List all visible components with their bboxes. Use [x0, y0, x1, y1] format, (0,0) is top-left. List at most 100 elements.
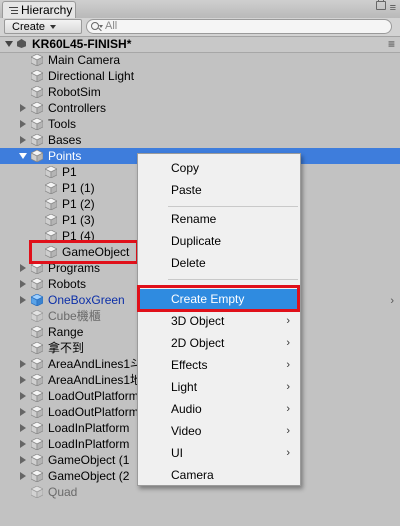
submenu-arrow-icon: ›	[286, 381, 290, 393]
tree-item[interactable]: Controllers	[0, 100, 400, 116]
submenu-arrow-icon: ›	[286, 403, 290, 415]
expand-arrow-icon[interactable]	[20, 440, 26, 448]
gameobject-cube-icon	[31, 454, 43, 466]
menu-item-label: Effects	[171, 358, 208, 372]
submenu-arrow-icon: ›	[286, 337, 290, 349]
menu-item-paste[interactable]: Paste	[138, 180, 300, 200]
menu-item-2d-object[interactable]: 2D Object ›	[138, 333, 300, 353]
unity-scene-icon	[17, 39, 26, 48]
tree-item-label: LoadInPlatform	[48, 421, 130, 435]
search-filter-dropdown-icon[interactable]	[99, 25, 103, 28]
annotation-highlight-gameobject	[29, 240, 139, 264]
hierarchy-tab-bar: Hierarchy ≡	[0, 0, 400, 19]
gameobject-cube-icon	[31, 358, 43, 370]
list-icon	[9, 7, 18, 14]
tree-item-label: Range	[48, 325, 84, 339]
tab-label: Hierarchy	[21, 3, 73, 17]
collapse-arrow-icon[interactable]	[19, 153, 27, 159]
scene-menu-icon[interactable]: ≡	[388, 37, 395, 51]
tree-item-label: LoadOutPlatform	[48, 389, 139, 403]
menu-item-effects[interactable]: Effects ›	[138, 355, 300, 375]
gameobject-cube-icon	[31, 390, 43, 402]
expand-arrow-icon[interactable]	[20, 424, 26, 432]
gameobject-cube-icon	[31, 406, 43, 418]
menu-item-light[interactable]: Light ›	[138, 377, 300, 397]
menu-item-label: Light	[171, 380, 198, 394]
scene-name: KR60L45-FINISH*	[32, 37, 132, 51]
tree-item-label: Tools	[48, 117, 77, 131]
menu-item-label: Audio	[171, 402, 202, 416]
tree-item[interactable]: RobotSim	[0, 84, 400, 100]
tree-item-label: Bases	[48, 133, 82, 147]
menu-separator	[168, 206, 298, 207]
menu-item-rename[interactable]: Rename	[138, 209, 300, 229]
tree-item-inactive[interactable]: Quad	[0, 484, 400, 500]
expand-arrow-icon[interactable]	[20, 264, 26, 272]
lock-icon[interactable]	[375, 0, 386, 10]
menu-item-audio[interactable]: Audio ›	[138, 399, 300, 419]
menu-item-label: Delete	[171, 256, 206, 270]
gameobject-cube-icon	[31, 326, 43, 338]
menu-item-ui[interactable]: UI ›	[138, 443, 300, 463]
gameobject-cube-icon	[45, 182, 57, 194]
tree-item[interactable]: Tools	[0, 116, 400, 132]
expand-arrow-icon[interactable]	[20, 456, 26, 464]
scene-fold-icon[interactable]	[5, 41, 13, 47]
menu-item-duplicate[interactable]: Duplicate	[138, 231, 300, 251]
context-menu: Copy Paste Rename Duplicate Delete Creat…	[137, 153, 301, 486]
tree-item[interactable]: Bases	[0, 132, 400, 148]
menu-item-delete[interactable]: Delete	[138, 253, 300, 273]
submenu-arrow-icon: ›	[286, 315, 290, 327]
tab-hierarchy[interactable]: Hierarchy	[2, 1, 76, 18]
gameobject-cube-icon	[31, 102, 43, 114]
submenu-arrow-icon: ›	[286, 447, 290, 459]
gameobject-cube-icon	[31, 374, 43, 386]
annotation-highlight-create-empty	[137, 285, 300, 312]
search-icon	[91, 22, 99, 30]
menu-item-camera[interactable]: Camera	[138, 465, 300, 485]
menu-item-video[interactable]: Video ›	[138, 421, 300, 441]
gameobject-cube-icon	[45, 214, 57, 226]
expand-arrow-icon[interactable]	[20, 104, 26, 112]
expand-arrow-icon[interactable]	[20, 280, 26, 288]
tree-item-label: Main Camera	[48, 53, 121, 67]
menu-item-label: Rename	[171, 212, 217, 226]
gameobject-cube-icon	[31, 470, 43, 482]
tree-item-label: Controllers	[48, 101, 107, 115]
tree-item-label: AreaAndLines1地	[48, 373, 143, 387]
search-placeholder: All	[105, 20, 118, 32]
expand-arrow-icon[interactable]	[20, 392, 26, 400]
tree-item-label: LoadInPlatform	[48, 437, 130, 451]
menu-item-label: Camera	[171, 468, 214, 482]
gameobject-cube-icon	[31, 134, 43, 146]
gameobject-cube-icon	[31, 486, 43, 498]
menu-item-label: Paste	[171, 183, 202, 197]
expand-arrow-icon[interactable]	[20, 296, 26, 304]
prefab-cube-icon	[31, 294, 43, 306]
tree-item-label: Directional Light	[48, 69, 135, 83]
tree-item[interactable]: Directional Light	[0, 68, 400, 84]
gameobject-cube-icon	[45, 166, 57, 178]
tree-item-label: P1	[62, 165, 77, 179]
tree-item-label: GameObject (2	[48, 469, 130, 483]
expand-arrow-icon[interactable]	[20, 120, 26, 128]
tree-item[interactable]: Main Camera	[0, 52, 400, 68]
gameobject-cube-icon	[31, 438, 43, 450]
menu-item-label: 2D Object	[171, 336, 225, 350]
expand-arrow-icon[interactable]	[20, 408, 26, 416]
prefab-open-arrow-icon[interactable]: ›	[390, 293, 394, 309]
expand-arrow-icon[interactable]	[20, 472, 26, 480]
expand-arrow-icon[interactable]	[20, 376, 26, 384]
expand-arrow-icon[interactable]	[20, 360, 26, 368]
menu-item-label: Duplicate	[171, 234, 222, 248]
panel-menu-icon[interactable]: ≡	[390, 2, 396, 14]
search-input[interactable]: All	[86, 19, 392, 34]
gameobject-cube-icon	[45, 198, 57, 210]
tree-item-label: P1 (1)	[62, 181, 95, 195]
scene-header[interactable]: KR60L45-FINISH* ≡	[0, 37, 400, 53]
expand-arrow-icon[interactable]	[20, 136, 26, 144]
menu-item-3d-object[interactable]: 3D Object ›	[138, 311, 300, 331]
create-dropdown-button[interactable]: Create	[4, 19, 82, 34]
menu-item-copy[interactable]: Copy	[138, 158, 300, 178]
tree-item-label: OneBoxGreen	[48, 293, 125, 307]
